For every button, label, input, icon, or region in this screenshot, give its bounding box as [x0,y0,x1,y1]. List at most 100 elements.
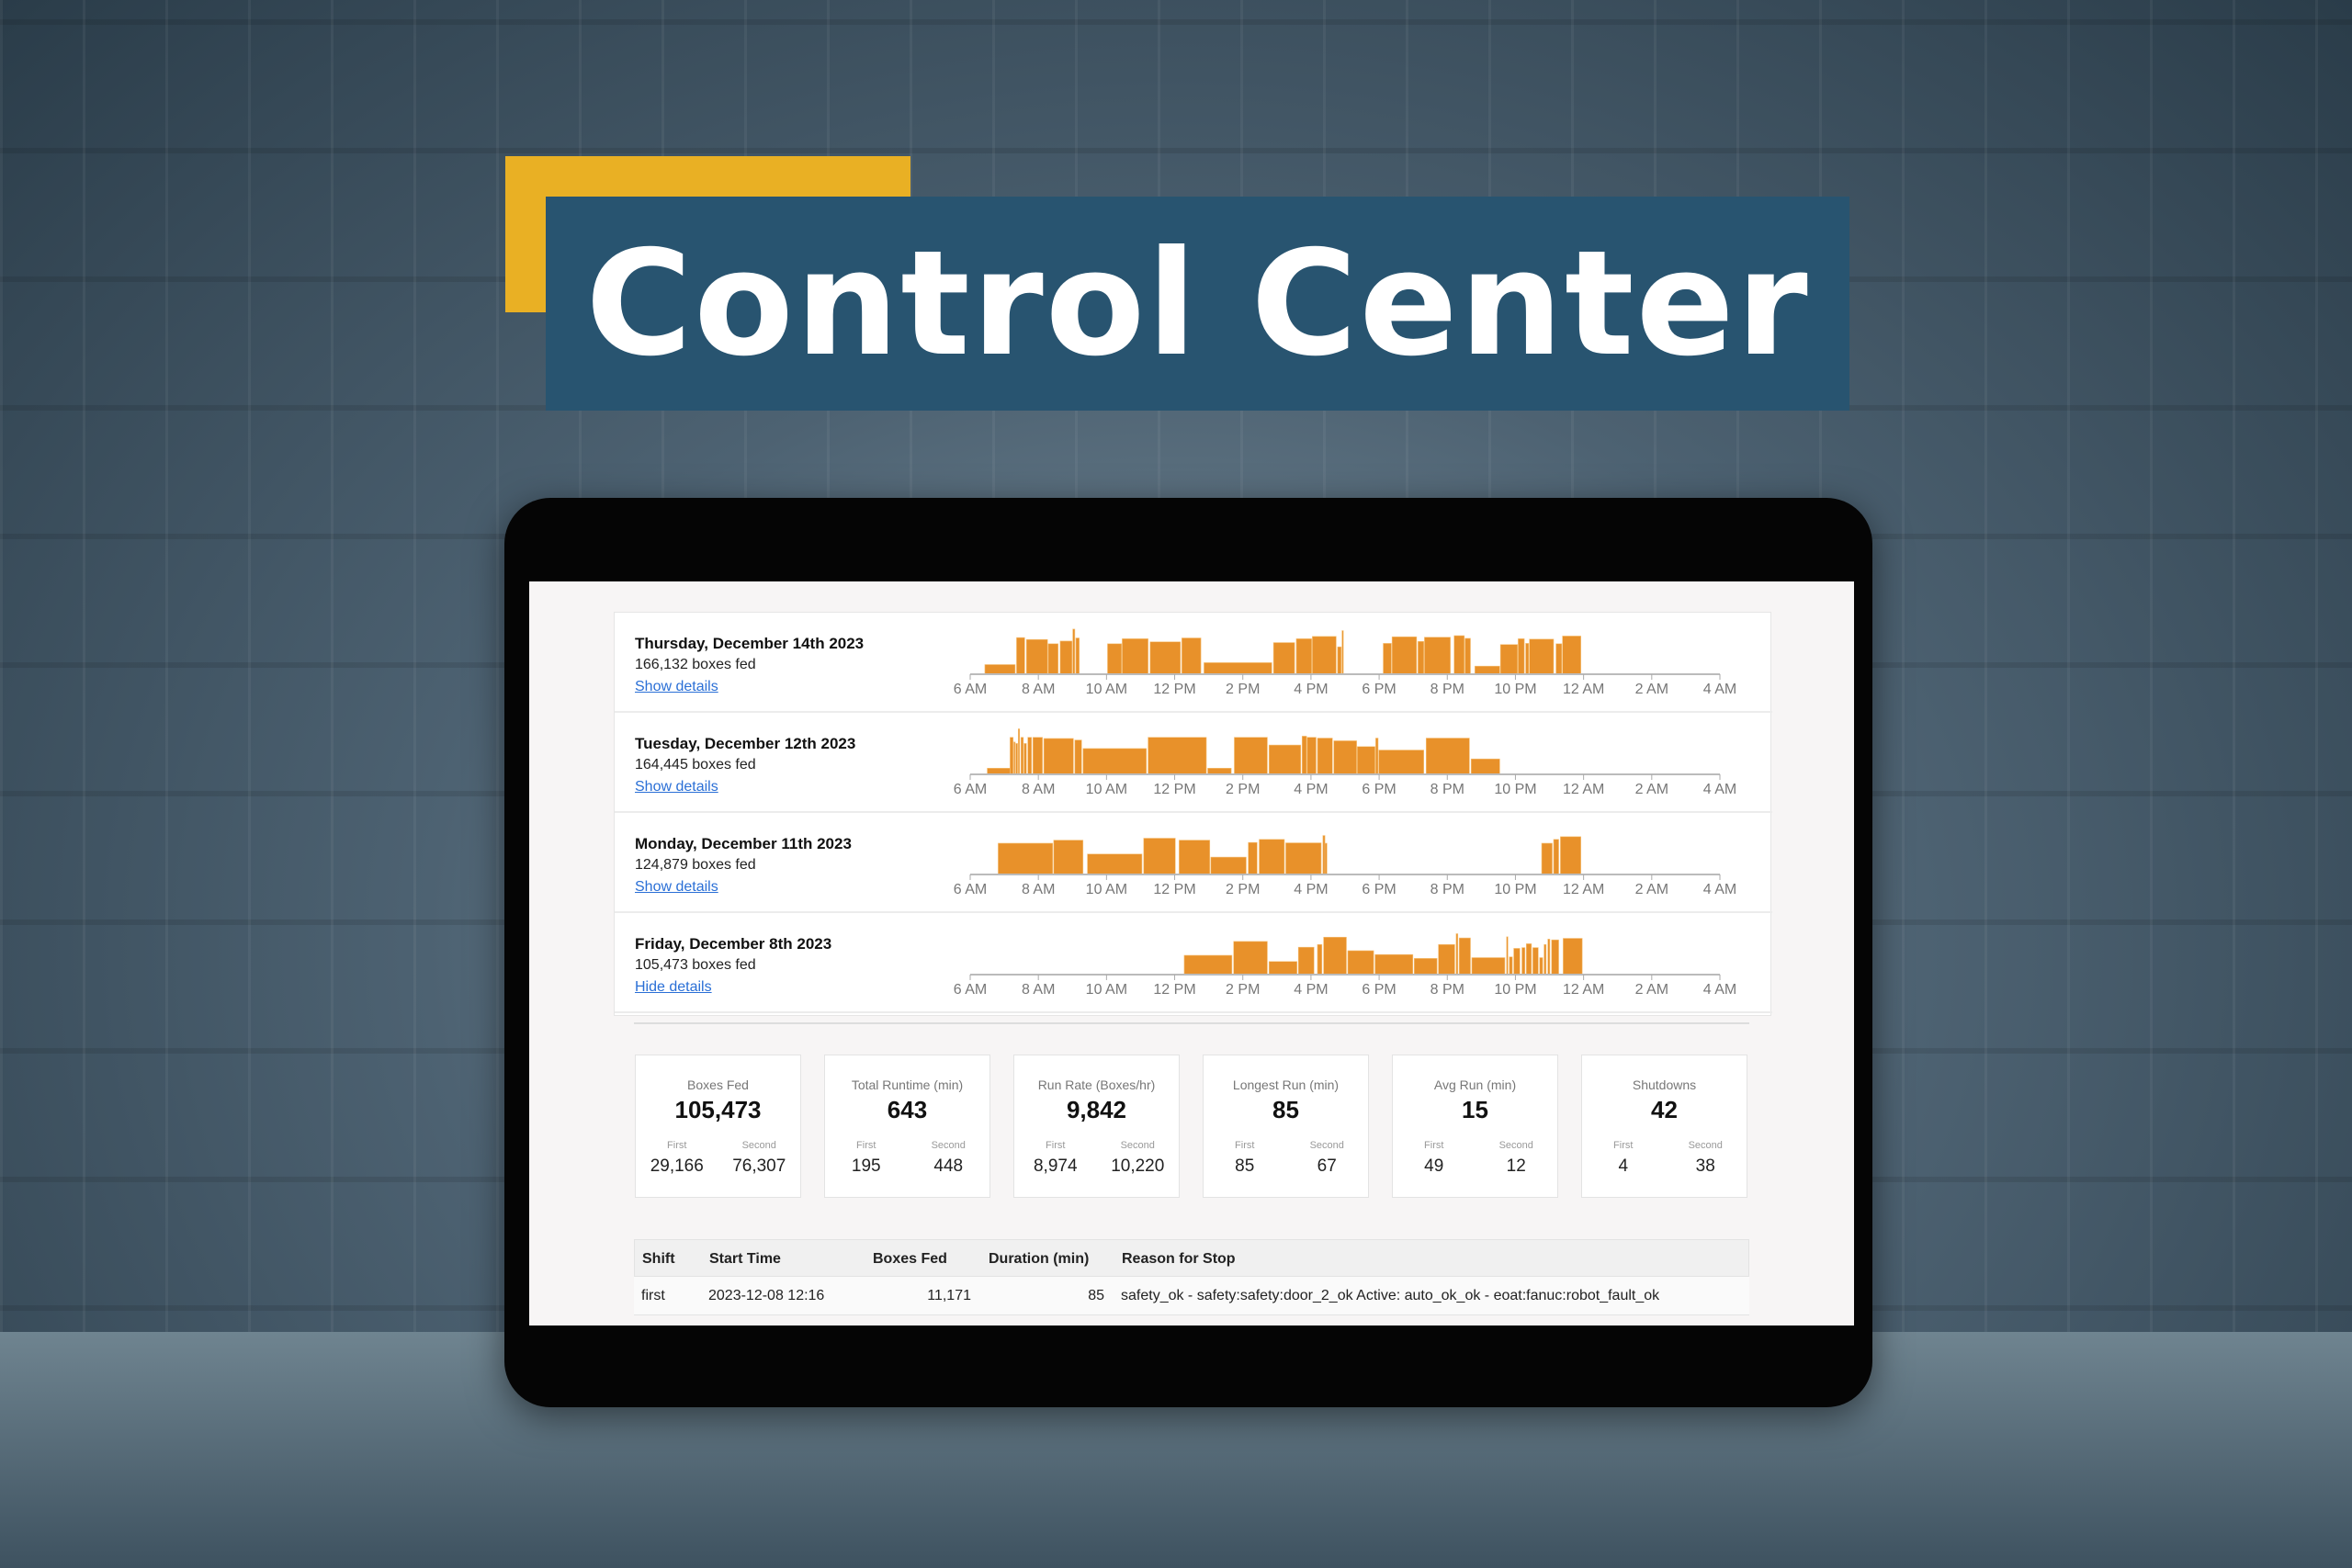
run-bar[interactable] [1087,853,1143,875]
run-bar[interactable] [1323,936,1347,976]
run-bar[interactable] [1374,953,1414,976]
run-bar[interactable] [1020,737,1024,775]
run-bar[interactable] [1285,842,1322,875]
run-bar[interactable] [1210,856,1247,875]
run-bar[interactable] [1015,743,1018,775]
run-bar[interactable] [1023,743,1027,775]
run-bar[interactable] [1341,630,1344,675]
run-bar[interactable] [1470,758,1500,775]
run-bar[interactable] [1551,939,1559,976]
run-bar[interactable] [1301,736,1307,775]
run-bar[interactable] [1324,842,1328,875]
run-bar[interactable] [1413,958,1438,976]
run-bar[interactable] [1148,737,1207,775]
col-start-time[interactable]: Start Time [709,1251,781,1268]
run-bar[interactable] [1295,638,1312,675]
run-bar[interactable] [1513,948,1521,976]
run-bar[interactable] [1378,750,1424,775]
run-bar[interactable] [1475,665,1500,675]
run-bar[interactable] [1179,840,1211,875]
run-bar[interactable] [1027,737,1033,775]
run-bar[interactable] [1043,738,1074,775]
run-bar[interactable] [998,842,1054,875]
run-bar[interactable] [1541,842,1553,875]
run-bar[interactable] [1471,957,1506,976]
run-bar[interactable] [1074,739,1082,775]
run-bar[interactable] [1182,637,1202,675]
table-row[interactable]: first 2023-12-08 12:16 11,171 85 safety_… [634,1277,1749,1315]
run-bar[interactable] [1207,767,1232,775]
run-bar[interactable] [1458,937,1471,976]
run-bar[interactable] [1312,636,1337,675]
run-bar[interactable] [1425,738,1470,775]
run-bar[interactable] [1424,637,1451,675]
run-bar[interactable] [1391,636,1418,675]
run-bar[interactable] [1333,740,1357,775]
run-bar[interactable] [1563,938,1583,976]
run-bar[interactable] [1010,737,1014,775]
run-bar[interactable] [1525,643,1530,675]
run-bar[interactable] [1013,741,1016,775]
run-bar[interactable] [1268,961,1298,976]
run-bar[interactable] [1183,954,1233,976]
run-bar[interactable] [1248,841,1258,875]
run-bar[interactable] [1509,956,1513,976]
run-bar[interactable] [1234,737,1268,775]
toggle-details-link[interactable]: Show details [635,879,718,896]
run-bar[interactable] [1539,957,1544,976]
run-bar[interactable] [1204,662,1272,675]
run-bar[interactable] [1059,640,1073,675]
run-bar[interactable] [1317,738,1333,775]
run-bar[interactable] [1547,939,1551,976]
run-bar[interactable] [984,664,1016,675]
run-bar[interactable] [1438,943,1455,976]
run-bar[interactable] [1149,641,1182,675]
run-bar[interactable] [1143,838,1176,875]
run-bar[interactable] [1317,943,1323,976]
toggle-details-link[interactable]: Hide details [635,979,712,996]
run-bar[interactable] [1337,646,1342,675]
col-duration[interactable]: Duration (min) [989,1251,1089,1268]
run-bar[interactable] [1526,943,1532,976]
run-bar[interactable] [1529,638,1555,675]
run-bar[interactable] [1521,947,1526,976]
run-bar[interactable] [1082,748,1148,775]
col-shift[interactable]: Shift [642,1251,675,1268]
run-bar[interactable] [1464,637,1471,675]
run-bar[interactable] [1268,744,1302,775]
run-bar[interactable] [1297,946,1315,976]
run-bar[interactable] [1383,643,1392,675]
run-bar[interactable] [1544,943,1547,976]
run-bar[interactable] [1025,638,1048,675]
run-bar[interactable] [1553,839,1559,875]
run-bar[interactable] [1453,635,1465,675]
run-bar[interactable] [1560,836,1581,875]
run-bar[interactable] [1555,643,1563,675]
run-bar[interactable] [1016,637,1025,675]
col-reason[interactable]: Reason for Stop [1122,1251,1236,1268]
run-bar[interactable] [1107,643,1122,675]
run-bar[interactable] [1455,933,1459,976]
col-boxes-fed[interactable]: Boxes Fed [873,1251,947,1268]
run-bar[interactable] [1506,936,1509,976]
run-bar[interactable] [1306,737,1317,775]
toggle-details-link[interactable]: Show details [635,679,718,695]
run-bar[interactable] [1532,947,1539,976]
run-bar[interactable] [1047,643,1058,675]
run-bar[interactable] [1233,941,1268,976]
run-bar[interactable] [1259,839,1285,875]
run-bar[interactable] [1072,628,1076,675]
run-bar[interactable] [1375,738,1379,775]
run-bar[interactable] [1075,637,1080,675]
run-bar[interactable] [1032,737,1043,775]
run-bar[interactable] [1322,835,1326,875]
run-bar[interactable] [1357,746,1375,775]
run-bar[interactable] [1017,728,1021,775]
run-bar[interactable] [1122,638,1148,675]
run-bar[interactable] [1053,840,1084,875]
toggle-details-link[interactable]: Show details [635,779,718,795]
run-bar[interactable] [1562,636,1581,675]
run-bar[interactable] [1347,950,1374,976]
run-bar[interactable] [1418,640,1424,675]
run-bar[interactable] [1272,642,1295,675]
